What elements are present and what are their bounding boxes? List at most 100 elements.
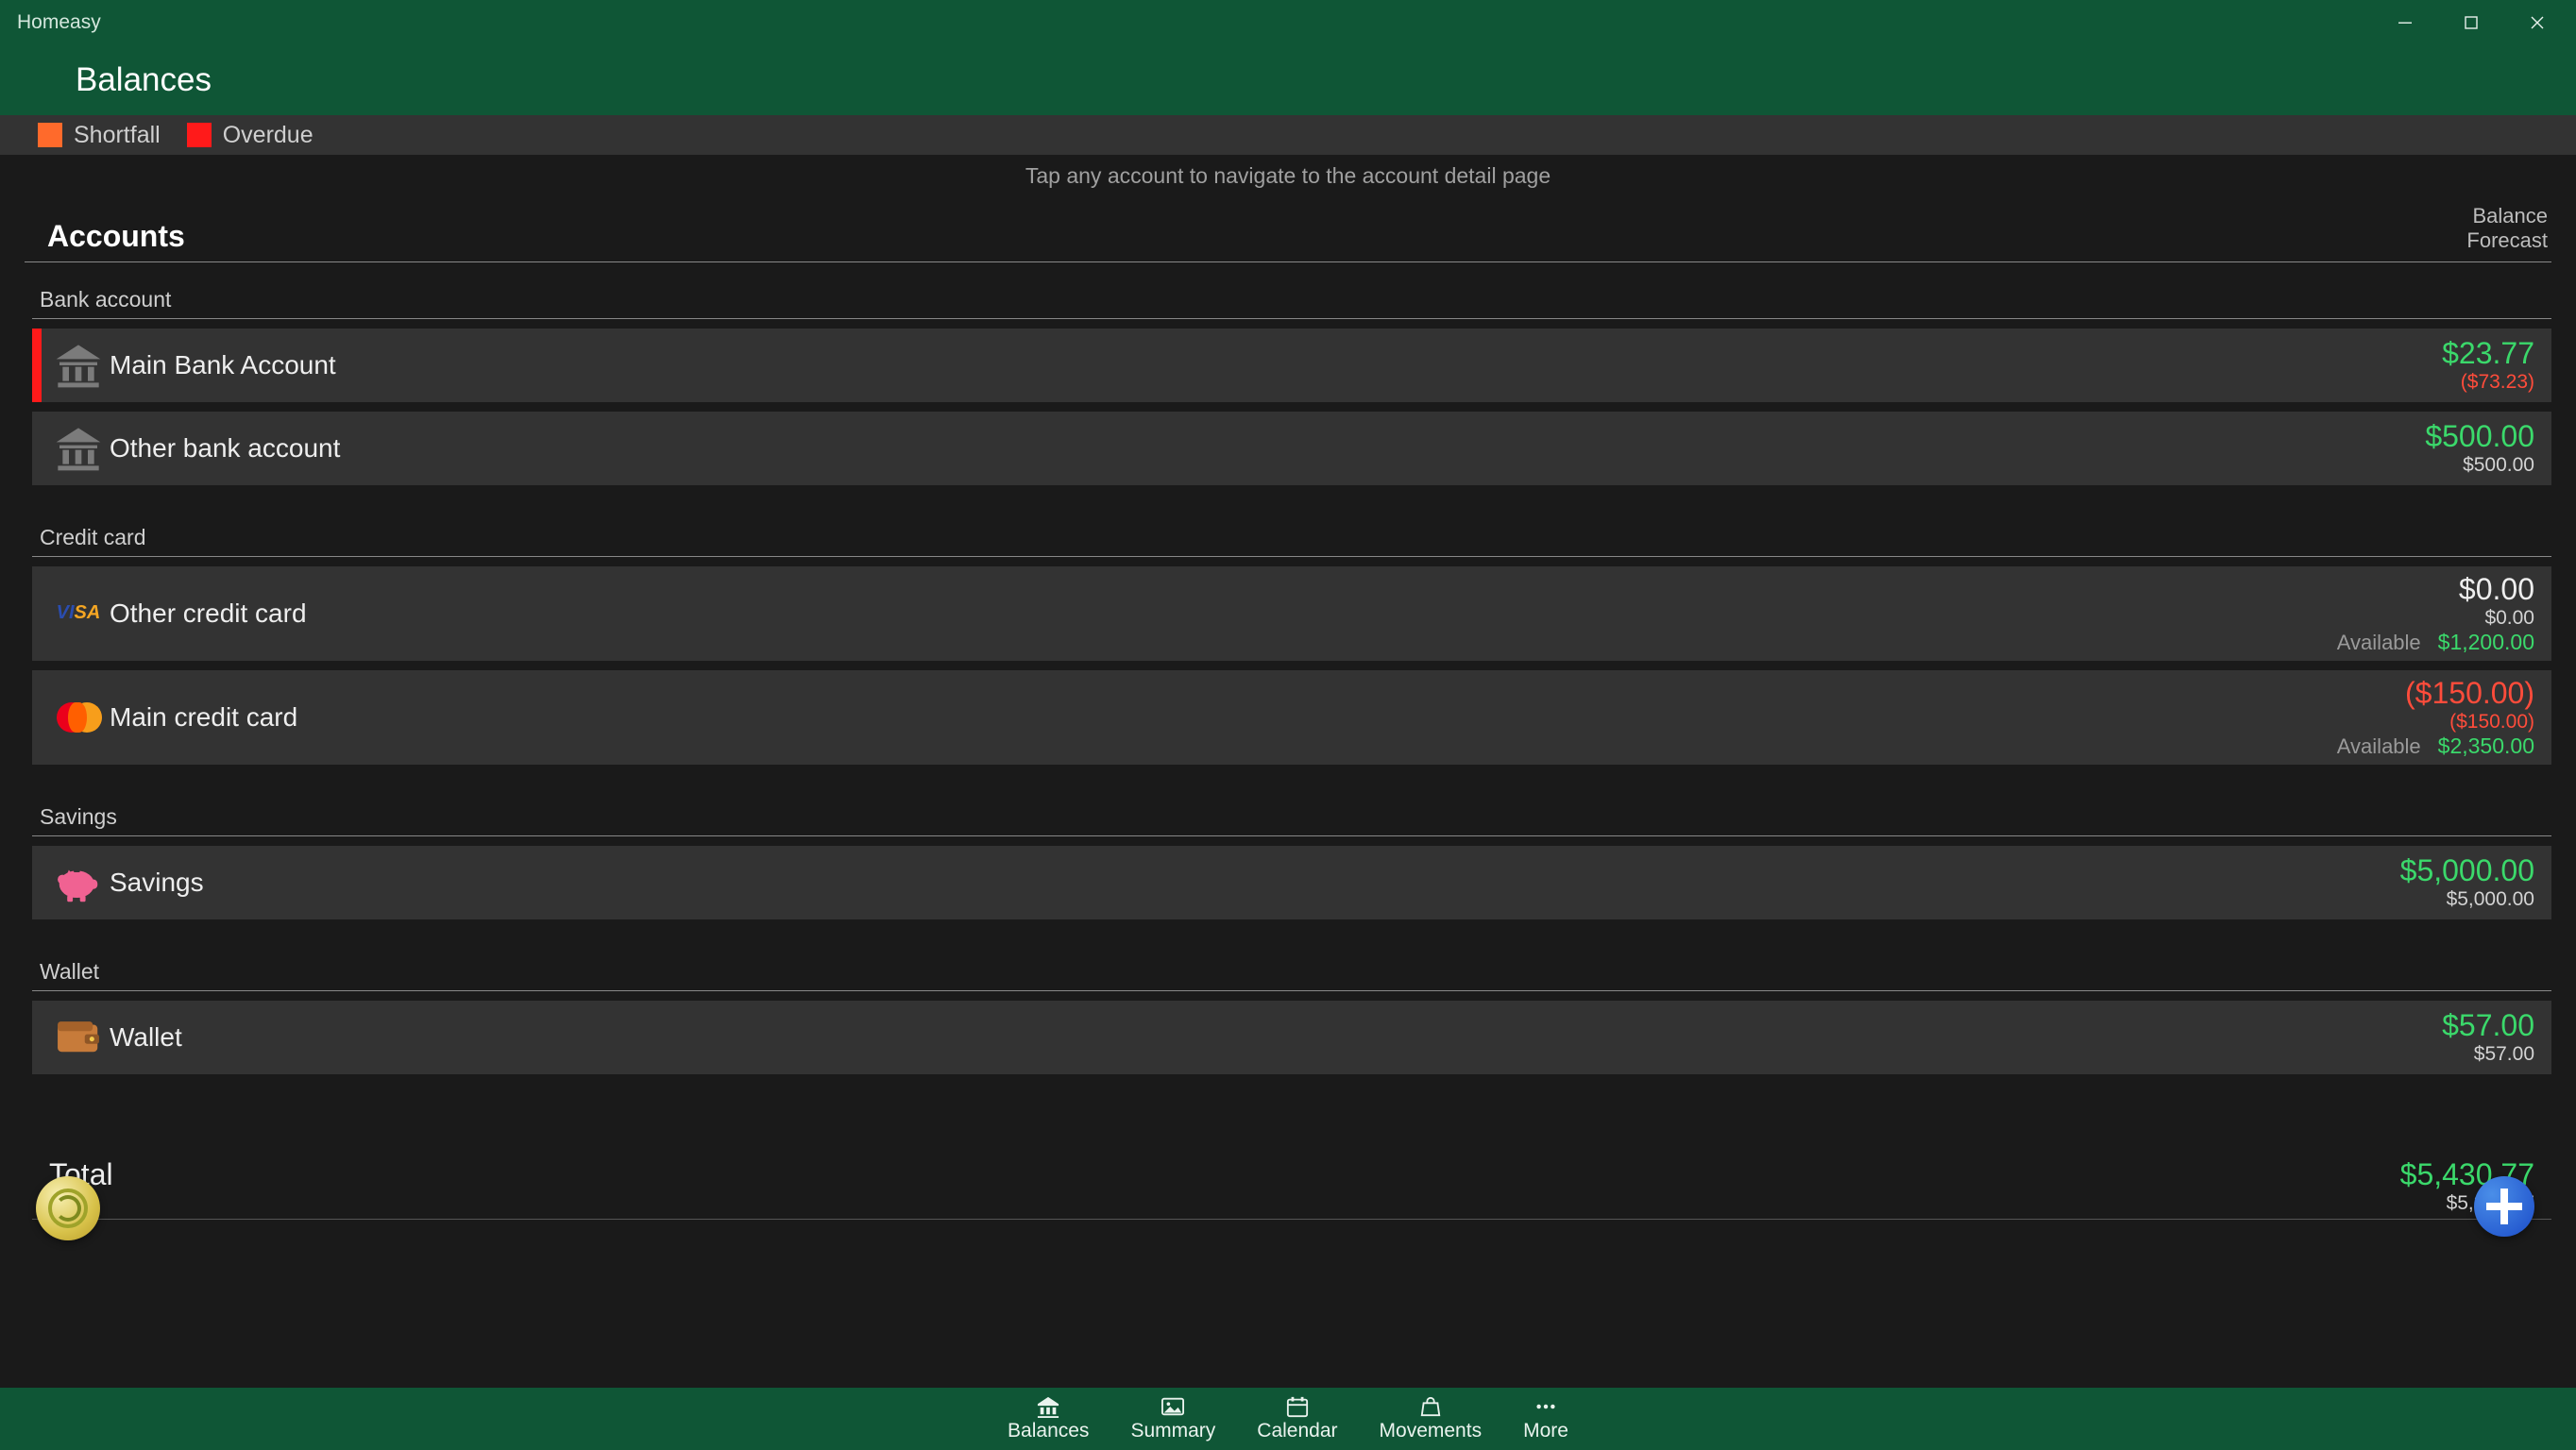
close-button[interactable] — [2504, 0, 2570, 45]
account-name: Savings — [110, 846, 2400, 919]
forecast-value: $500.00 — [2463, 454, 2534, 477]
group-header: Bank account — [32, 262, 2551, 319]
account-row-main-cc[interactable]: Main credit card ($150.00)($150.00) Availa… — [32, 670, 2551, 765]
app-title: Homeasy — [17, 11, 101, 34]
account-icon — [42, 412, 110, 485]
account-row-main-bank[interactable]: Main Bank Account$23.77($73.23) — [32, 329, 2551, 402]
bank-icon — [53, 425, 104, 472]
status-stripe — [32, 670, 42, 765]
nav-label: More — [1523, 1420, 1568, 1442]
sync-button[interactable] — [36, 1176, 100, 1240]
dots-icon — [1533, 1395, 1559, 1418]
nav-label: Summary — [1130, 1420, 1215, 1442]
balance-value: $23.77 — [2442, 336, 2534, 371]
titlebar: Homeasy — [0, 0, 2576, 45]
legend-bar: Shortfall Overdue — [0, 115, 2576, 155]
account-row-other-bank[interactable]: Other bank account$500.00$500.00 — [32, 412, 2551, 485]
bank-icon — [1035, 1395, 1061, 1418]
legend-overdue-label: Overdue — [223, 122, 314, 149]
account-row-savings[interactable]: Savings$5,000.00$5,000.00 — [32, 846, 2551, 919]
account-icon — [42, 1001, 110, 1074]
account-name: Other credit card — [110, 566, 2337, 661]
nav-label: Balances — [1008, 1420, 1089, 1442]
bank-icon — [53, 342, 104, 389]
minimize-button[interactable] — [2372, 0, 2438, 45]
status-stripe — [32, 846, 42, 919]
balance-value: $57.00 — [2442, 1008, 2534, 1043]
nav-calendar[interactable]: Calendar — [1257, 1395, 1337, 1442]
nav-label: Movements — [1380, 1420, 1483, 1442]
account-name: Wallet — [110, 1001, 2442, 1074]
legend-shortfall: Shortfall — [38, 122, 161, 149]
column-labels: Balance Forecast — [2466, 204, 2551, 254]
legend-shortfall-label: Shortfall — [74, 122, 161, 149]
account-icon — [42, 329, 110, 402]
account-icon — [42, 846, 110, 919]
account-values: $23.77($73.23) — [2442, 329, 2534, 402]
account-name: Main Bank Account — [110, 329, 2442, 402]
maximize-icon — [2463, 14, 2480, 31]
available-label: Available — [2337, 734, 2421, 759]
account-values: ($150.00)($150.00) Available $2,350.00 — [2337, 670, 2534, 765]
account-values: $500.00$500.00 — [2425, 412, 2534, 485]
content-area: Accounts Balance Forecast Bank account Ma… — [0, 196, 2576, 1388]
column-forecast: Forecast — [2466, 228, 2548, 253]
available-label: Available — [2337, 631, 2421, 655]
legend-overdue-swatch — [187, 123, 212, 147]
account-row-wallet[interactable]: Wallet$57.00$57.00 — [32, 1001, 2551, 1074]
hint-text: Tap any account to navigate to the accou… — [0, 155, 2576, 196]
close-icon — [2529, 14, 2546, 31]
legend-shortfall-swatch — [38, 123, 62, 147]
window-controls — [2372, 0, 2570, 45]
group-header: Savings — [32, 765, 2551, 836]
page-header: Balances — [0, 45, 2576, 115]
piggy-bank-icon — [53, 859, 104, 906]
status-stripe — [32, 412, 42, 485]
nav-summary[interactable]: Summary — [1130, 1395, 1215, 1442]
account-icon: VISA — [42, 566, 110, 661]
account-values: $0.00$0.00 Available $1,200.00 — [2337, 566, 2534, 661]
nav-more[interactable]: More — [1523, 1395, 1568, 1442]
status-stripe — [32, 1001, 42, 1074]
page-title: Balances — [76, 61, 212, 99]
group-header: Credit card — [32, 485, 2551, 557]
balance-value: ($150.00) — [2405, 676, 2534, 711]
account-row-other-cc[interactable]: VISA Other credit card $0.00$0.00 Available… — [32, 566, 2551, 661]
nav-movements[interactable]: Movements — [1380, 1395, 1483, 1442]
account-name: Other bank account — [110, 412, 2425, 485]
balance-value: $0.00 — [2459, 572, 2534, 607]
group-header: Wallet — [32, 919, 2551, 991]
available-value: $2,350.00 — [2438, 733, 2534, 759]
total-row: Total $5,430.77 $5,333.77 — [32, 1148, 2551, 1220]
account-icon — [42, 670, 110, 765]
forecast-value: $57.00 — [2474, 1043, 2534, 1066]
sync-icon — [48, 1189, 88, 1228]
add-button[interactable] — [2474, 1176, 2534, 1237]
minimize-icon — [2397, 14, 2414, 31]
legend-overdue: Overdue — [187, 122, 314, 149]
mastercard-icon — [53, 699, 104, 736]
calendar-icon — [1284, 1395, 1311, 1418]
forecast-value: ($73.23) — [2461, 371, 2534, 394]
forecast-value: $5,000.00 — [2447, 888, 2534, 911]
nav-label: Calendar — [1257, 1420, 1337, 1442]
accounts-title: Accounts — [47, 219, 185, 254]
picture-icon — [1160, 1395, 1186, 1418]
account-values: $57.00$57.00 — [2442, 1001, 2534, 1074]
accounts-header: Accounts Balance Forecast — [25, 196, 2551, 262]
bag-icon — [1417, 1395, 1444, 1418]
forecast-value: $0.00 — [2484, 607, 2534, 630]
status-stripe — [32, 329, 42, 402]
visa-icon: VISA — [57, 602, 101, 624]
available-value: $1,200.00 — [2438, 630, 2534, 655]
forecast-value: ($150.00) — [2449, 711, 2534, 733]
account-name: Main credit card — [110, 670, 2337, 765]
column-balance: Balance — [2466, 204, 2548, 228]
nav-balances[interactable]: Balances — [1008, 1395, 1089, 1442]
status-stripe — [32, 566, 42, 661]
balance-value: $5,000.00 — [2400, 853, 2534, 888]
bottom-nav: Balances Summary Calendar Movements More — [0, 1388, 2576, 1450]
wallet-icon — [53, 1014, 104, 1061]
maximize-button[interactable] — [2438, 0, 2504, 45]
account-values: $5,000.00$5,000.00 — [2400, 846, 2534, 919]
